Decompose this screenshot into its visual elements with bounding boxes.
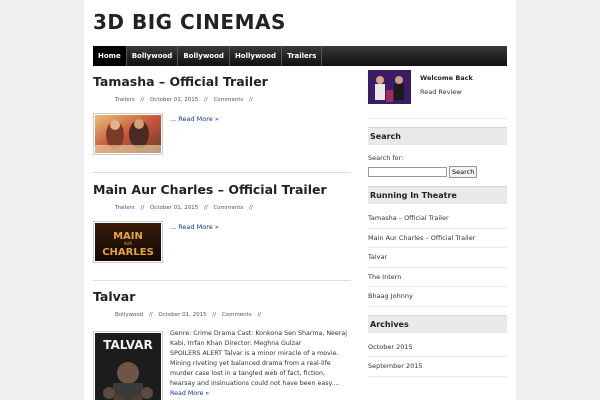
archives-list: October 2015 September 2015 xyxy=(368,338,507,377)
welcome-read-review-link[interactable]: Read Review xyxy=(420,88,473,96)
excerpt-ellipsis: ... xyxy=(170,115,177,123)
read-more-link[interactable]: Read More » xyxy=(170,390,209,397)
post-excerpt: ... Read More » xyxy=(170,115,219,155)
post-main-aur-charles: Main Aur Charles – Official Trailer Trai… xyxy=(93,182,351,263)
archives-heading: Archives xyxy=(368,314,507,333)
meta-separator: // xyxy=(249,205,253,211)
excerpt-text: Genre: Crime Drama Cast: Konkona Sen Sha… xyxy=(170,330,347,387)
post-category[interactable]: Trailers xyxy=(115,205,135,211)
running-in-theatre-list: Tamasha – Official Trailer Main Aur Char… xyxy=(368,209,507,307)
widget-divider xyxy=(368,118,507,119)
meta-separator: // xyxy=(140,97,145,103)
main-nav: Home Bollywood Bollywood Hollywood Trail… xyxy=(93,46,507,66)
post-excerpt-row: ... Read More » xyxy=(93,113,351,155)
post-title[interactable]: Tamasha – Official Trailer xyxy=(93,74,351,89)
poster-text-aur: AUR xyxy=(124,241,133,246)
running-in-theatre-heading: Running In Theatre xyxy=(368,186,507,204)
post-excerpt: Genre: Crime Drama Cast: Konkona Sen Sha… xyxy=(170,329,351,400)
sidebar: Welcome Back Read Review Search Search f… xyxy=(368,70,507,377)
nav-item-trailers[interactable]: Trailers xyxy=(282,46,323,66)
read-more-link[interactable]: Read More » xyxy=(178,115,219,123)
welcome-title[interactable]: Welcome Back xyxy=(420,74,473,82)
post-tamasha: Tamasha – Official Trailer Trailers // O… xyxy=(93,74,351,155)
excerpt-ellipsis: ... xyxy=(170,223,177,231)
post-title[interactable]: Talvar xyxy=(93,289,351,304)
post-title[interactable]: Main Aur Charles – Official Trailer xyxy=(93,182,351,197)
post-meta: Bollywood // October 01, 2015 // Comment… xyxy=(93,312,351,318)
running-item[interactable]: Tamasha – Official Trailer xyxy=(368,209,507,229)
post-category[interactable]: Trailers xyxy=(115,97,135,103)
welcome-text: Welcome Back Read Review xyxy=(420,70,473,110)
post-talvar: Talvar Bollywood // October 01, 2015 // … xyxy=(93,289,351,400)
meta-separator: // xyxy=(203,205,208,211)
post-excerpt-row: MAIN AUR CHARLES ... Read More » xyxy=(93,221,351,263)
post-thumbnail[interactable]: MAIN AUR CHARLES xyxy=(93,221,163,263)
welcome-thumbnail[interactable] xyxy=(368,70,411,104)
post-category[interactable]: Bollywood xyxy=(115,312,143,318)
page: 3D BIG CINEMAS Home Bollywood Bollywood … xyxy=(84,0,516,400)
post-excerpt: ... Read More » xyxy=(170,223,219,263)
meta-separator: // xyxy=(257,312,262,318)
post-date: October 01, 2015 xyxy=(149,205,199,211)
post-thumbnail[interactable] xyxy=(93,113,163,155)
post-comments[interactable]: Comments xyxy=(222,312,252,318)
running-item[interactable]: Talvar xyxy=(368,248,507,268)
post-date: October 01, 2015 xyxy=(158,312,207,318)
meta-separator: // xyxy=(249,97,253,103)
post-date: October 01, 2015 xyxy=(149,97,199,103)
site-title[interactable]: 3D BIG CINEMAS xyxy=(93,10,286,34)
welcome-back-image xyxy=(368,70,411,104)
running-item[interactable]: The Intern xyxy=(368,268,507,287)
archive-item[interactable]: September 2015 xyxy=(368,357,507,377)
search-form: Search xyxy=(368,166,507,178)
nav-item-bollywood-2[interactable]: Bollywood xyxy=(178,46,230,66)
main-aur-charles-poster-image: MAIN AUR CHARLES xyxy=(95,223,161,261)
post-meta: Trailers // October 01, 2015 // Comments… xyxy=(93,205,351,211)
tamasha-poster-image xyxy=(95,115,161,153)
poster-text-charles: CHARLES xyxy=(102,247,154,258)
search-input[interactable] xyxy=(368,167,447,177)
talvar-poster-image: TALVAR xyxy=(95,333,161,400)
meta-separator: // xyxy=(212,312,217,318)
post-meta: Trailers // October 01, 2015 // Comments… xyxy=(93,97,351,103)
nav-item-bollywood[interactable]: Bollywood xyxy=(127,46,179,66)
meta-separator: // xyxy=(140,205,145,211)
nav-item-hollywood[interactable]: Hollywood xyxy=(230,46,283,66)
search-label: Search for: xyxy=(368,154,404,162)
search-button[interactable]: Search xyxy=(449,166,478,178)
post-comments[interactable]: Comments xyxy=(213,205,243,211)
running-item[interactable]: Main Aur Charles – Official Trailer xyxy=(368,229,507,248)
nav-item-home[interactable]: Home xyxy=(93,46,127,66)
poster-text-talvar: TALVAR xyxy=(103,338,153,352)
meta-separator: // xyxy=(148,312,153,318)
post-thumbnail[interactable]: TALVAR xyxy=(93,331,163,400)
post-divider xyxy=(93,172,351,173)
search-widget-heading: Search xyxy=(368,127,507,145)
post-comments[interactable]: Comments xyxy=(213,97,243,103)
running-item[interactable]: Bhaag Johnny xyxy=(368,287,507,307)
post-excerpt-row: TALVAR Genre: Crime Drama Cast: Konkona … xyxy=(93,329,351,400)
post-divider xyxy=(93,280,351,281)
meta-separator: // xyxy=(203,97,208,103)
read-more-link[interactable]: Read More » xyxy=(178,223,219,231)
welcome-widget: Welcome Back Read Review xyxy=(368,70,507,110)
archive-item[interactable]: October 2015 xyxy=(368,338,507,357)
